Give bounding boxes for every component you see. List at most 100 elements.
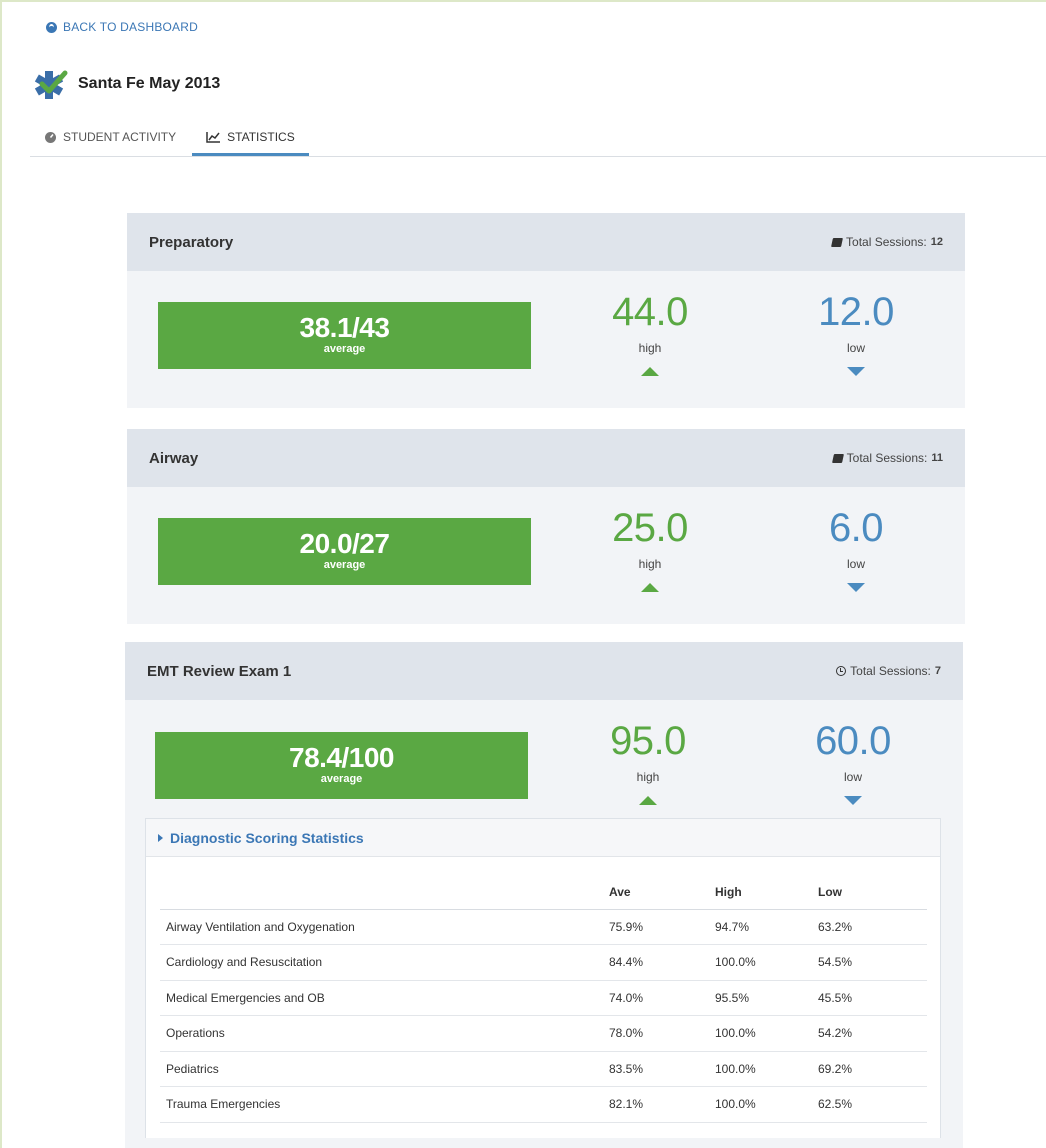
low-value: 12.0: [818, 290, 894, 334]
row-high: 94.7%: [715, 909, 818, 945]
high-stat: 25.0 high: [590, 505, 710, 592]
total-sessions: Total Sessions: 7: [836, 664, 941, 678]
row-high: 100.0%: [715, 1051, 818, 1087]
row-category: Trauma Emergencies: [160, 1086, 609, 1123]
average-value: 20.0/27: [299, 528, 390, 559]
row-low: 62.5%: [818, 1086, 927, 1123]
table-row: Airway Ventilation and Oxygenation 75.9%…: [160, 909, 927, 945]
card-title: EMT Review Exam 1: [147, 662, 292, 680]
row-category: Airway Ventilation and Oxygenation: [160, 909, 609, 945]
clock-icon: [836, 666, 847, 676]
diagnostic-table: Ave High Low Airway Ventilation and Oxyg…: [160, 875, 927, 1123]
row-category: Medical Emergencies and OB: [160, 980, 609, 1016]
diagnostic-scoring-panel: Diagnostic Scoring Statistics Ave High L…: [145, 818, 941, 1138]
total-sessions: Total Sessions: 11: [831, 451, 943, 465]
row-ave: 75.9%: [609, 909, 715, 945]
sessions-label: Total Sessions:: [846, 451, 928, 465]
row-low: 54.2%: [818, 1015, 927, 1052]
average-box: 20.0/27 average: [158, 518, 531, 585]
average-box: 38.1/43 average: [158, 302, 531, 369]
book-icon: [831, 237, 843, 247]
diagnostic-scoring-title: Diagnostic Scoring Statistics: [170, 829, 364, 846]
dashboard-icon: [45, 131, 56, 143]
low-stat: 6.0 low: [796, 505, 916, 592]
table-row: Cardiology and Resuscitation 84.4% 100.0…: [160, 944, 927, 981]
column-header-ave: Ave: [609, 875, 715, 910]
low-stat: 60.0 low: [793, 718, 913, 805]
high-label: high: [636, 770, 660, 784]
column-header-low: Low: [818, 875, 927, 910]
table-row: Trauma Emergencies 82.1% 100.0% 62.5%: [160, 1086, 927, 1123]
stat-card-preparatory: Preparatory Total Sessions: 12 38.1/43 a…: [127, 213, 965, 408]
diagnostic-scoring-toggle[interactable]: Diagnostic Scoring Statistics: [146, 819, 940, 857]
average-value: 78.4/100: [289, 742, 395, 773]
card-header: Preparatory Total Sessions: 12: [127, 213, 965, 271]
row-high: 100.0%: [715, 1015, 818, 1052]
column-header-high: High: [715, 875, 818, 910]
sessions-label: Total Sessions:: [850, 664, 931, 678]
course-header: Santa Fe May 2013: [32, 68, 220, 100]
star-of-life-logo-icon: [34, 69, 68, 99]
high-label: high: [638, 557, 662, 571]
high-value: 44.0: [612, 290, 688, 334]
arrow-down-icon: [844, 796, 862, 805]
caret-right-icon: [158, 833, 163, 842]
row-category: Operations: [160, 1015, 609, 1052]
row-category: Pediatrics: [160, 1051, 609, 1087]
low-value: 6.0: [828, 506, 884, 550]
row-high: 95.5%: [715, 980, 818, 1016]
row-low: 54.5%: [818, 944, 927, 981]
back-link-label: BACK TO DASHBOARD: [63, 20, 198, 34]
table-header-row: Ave High Low: [160, 875, 927, 910]
high-value: 25.0: [612, 506, 688, 550]
arrow-up-icon: [639, 796, 657, 805]
row-ave: 78.0%: [609, 1015, 715, 1052]
card-body: 78.4/100 average 95.0 high 60.0 low: [125, 700, 963, 810]
dashboard-icon: [46, 21, 57, 33]
card-body: 20.0/27 average 25.0 high 6.0 low: [127, 487, 965, 624]
book-icon: [831, 453, 844, 463]
card-body: 38.1/43 average 44.0 high 12.0 low: [127, 271, 965, 408]
arrow-down-icon: [847, 367, 865, 376]
back-to-dashboard-link[interactable]: BACK TO DASHBOARD: [46, 20, 198, 34]
card-header: Airway Total Sessions: 11: [127, 429, 965, 487]
sessions-value: 7: [934, 665, 941, 677]
arrow-up-icon: [641, 583, 659, 592]
low-label: low: [843, 770, 862, 784]
line-chart-icon: [206, 131, 221, 143]
tab-student-activity-label: STUDENT ACTIVITY: [63, 129, 177, 144]
row-high: 100.0%: [715, 1086, 818, 1123]
average-value: 38.1/43: [299, 312, 390, 343]
high-value: 95.0: [610, 719, 686, 763]
row-low: 45.5%: [818, 980, 927, 1016]
low-label: low: [846, 557, 865, 571]
table-row: Operations 78.0% 100.0% 54.2%: [160, 1015, 927, 1052]
card-header: EMT Review Exam 1 Total Sessions: 7: [125, 642, 963, 700]
column-header-category: [160, 875, 609, 910]
table-row: Medical Emergencies and OB 74.0% 95.5% 4…: [160, 980, 927, 1016]
arrow-down-icon: [847, 583, 865, 592]
tab-statistics[interactable]: STATISTICS: [192, 117, 309, 156]
table-row: Pediatrics 83.5% 100.0% 69.2%: [160, 1051, 927, 1087]
high-label: high: [638, 341, 662, 355]
average-label: average: [320, 773, 363, 785]
sessions-value: 11: [931, 452, 943, 464]
low-value: 60.0: [815, 719, 891, 763]
row-ave: 82.1%: [609, 1086, 715, 1123]
row-low: 69.2%: [818, 1051, 927, 1087]
row-low: 63.2%: [818, 909, 927, 945]
high-stat: 44.0 high: [590, 289, 710, 376]
card-title: Preparatory: [149, 233, 234, 251]
low-label: low: [846, 341, 865, 355]
tab-student-activity[interactable]: STUDENT ACTIVITY: [30, 117, 190, 156]
average-label: average: [323, 559, 366, 571]
tab-bar: STUDENT ACTIVITY STATISTICS: [30, 117, 1046, 157]
course-title: Santa Fe May 2013: [78, 75, 221, 92]
high-stat: 95.0 high: [588, 718, 708, 805]
row-ave: 74.0%: [609, 980, 715, 1016]
row-ave: 84.4%: [609, 944, 715, 981]
arrow-up-icon: [641, 367, 659, 376]
total-sessions: Total Sessions: 12: [831, 235, 943, 249]
card-title: Airway: [149, 449, 199, 467]
sessions-value: 12: [930, 236, 943, 248]
